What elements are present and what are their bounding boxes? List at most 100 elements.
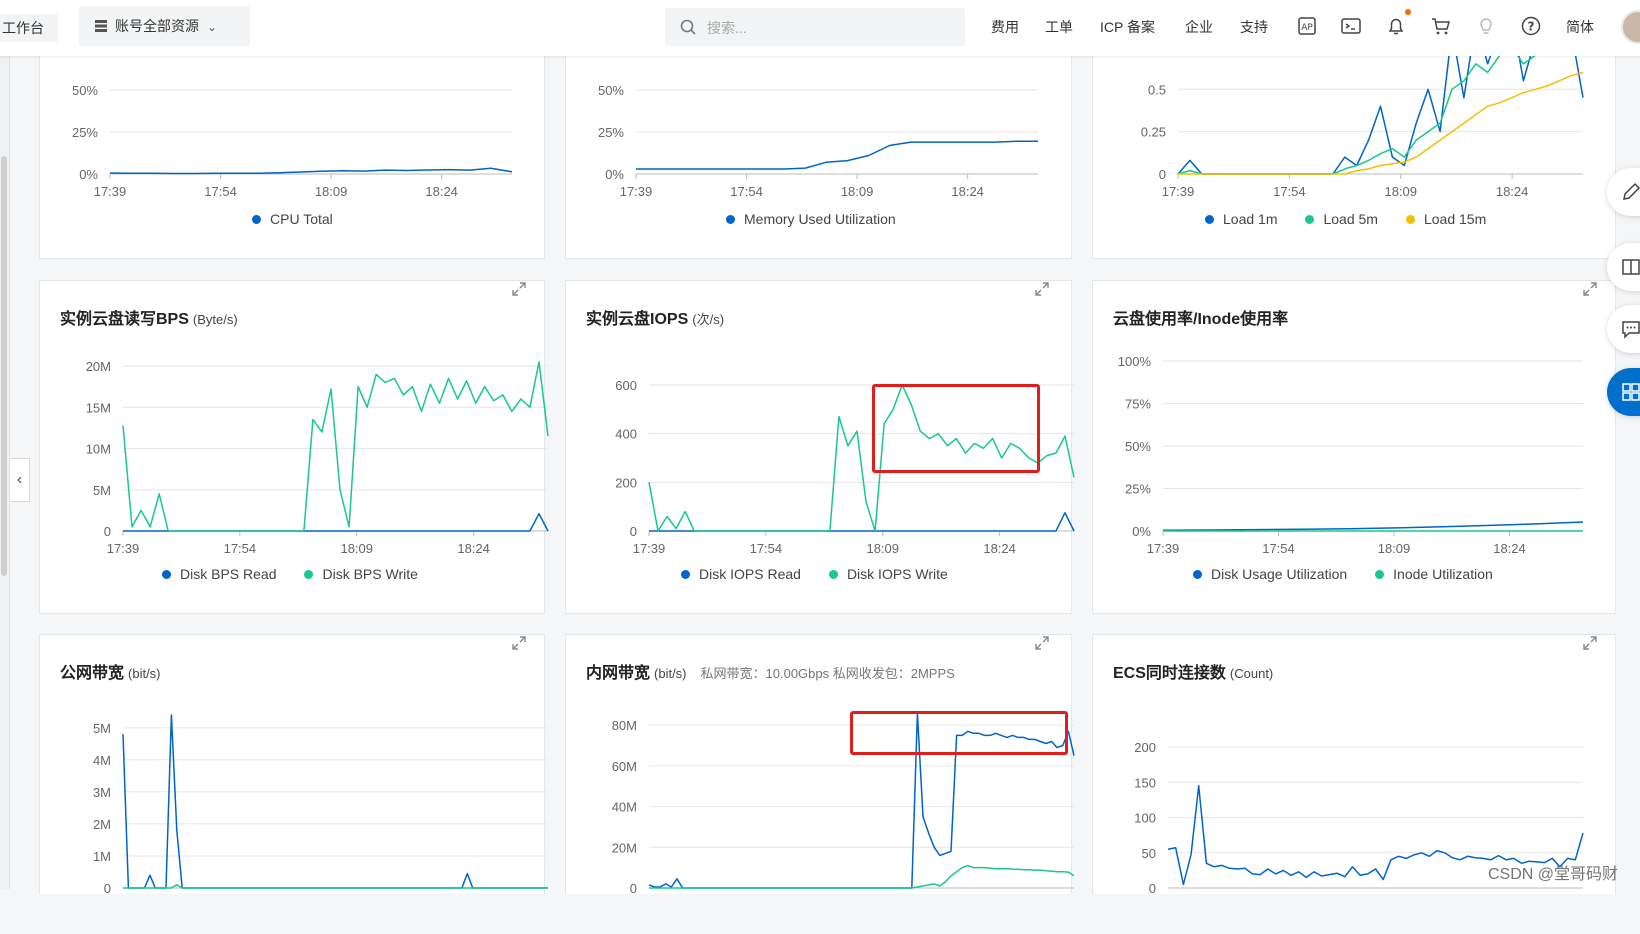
legend-item[interactable]: Disk Usage Utilization — [1193, 566, 1347, 582]
x-tick-label: 18:09 — [1378, 541, 1411, 556]
nav-link-icp[interactable]: ICP 备案 — [1100, 17, 1155, 37]
y-tick-label: 4M — [93, 753, 111, 768]
series-line-2 — [649, 864, 1075, 889]
disk-bps-chart-card: 实例云盘读写BPS (Byte/s) 20M 15M 10M 5M 0 17:39 17:54 1… — [39, 280, 549, 614]
legend-item[interactable]: Disk IOPS Write — [828, 566, 948, 582]
y-tick-label: 75% — [1125, 397, 1151, 412]
svg-text:AP: AP — [1301, 23, 1313, 33]
collapse-sidebar-button[interactable]: ‹ — [10, 458, 30, 502]
x-tick-label: 18:24 — [425, 184, 458, 199]
nav-link-support[interactable]: 支持 — [1240, 17, 1268, 37]
legend-item[interactable]: Memory Used Utilization — [726, 211, 896, 227]
y-tick-label: 1M — [93, 849, 111, 864]
x-tick-label: 17:39 — [1162, 184, 1195, 199]
y-tick-label: 2M — [93, 817, 111, 832]
help-icon[interactable]: ? — [1520, 15, 1542, 37]
nav-link-tickets[interactable]: 工单 — [1045, 17, 1073, 37]
y-tick-label: 100% — [1118, 354, 1152, 369]
pencil-icon — [1623, 182, 1640, 200]
resource-selector[interactable]: 账号全部资源 ⌄ — [79, 6, 250, 46]
x-tick-label: 17:39 — [94, 184, 127, 199]
workbench-link[interactable]: 工作台 — [0, 14, 58, 42]
highlight-box-private-bandwidth — [850, 711, 1068, 755]
series-line-2 — [123, 884, 548, 889]
svg-text:?: ? — [1528, 20, 1535, 34]
legend-label: Load 15m — [1423, 211, 1487, 227]
x-tick-label: 18:09 — [1384, 184, 1417, 199]
y-tick-label: 200 — [615, 475, 637, 490]
lightbulb-icon[interactable] — [1475, 15, 1497, 37]
notification-dot — [1405, 9, 1411, 15]
y-tick-label: 5M — [93, 721, 111, 736]
legend-label: Disk BPS Read — [180, 566, 277, 582]
x-tick-label: 17:39 — [1147, 541, 1180, 556]
legend-item[interactable]: Disk IOPS Read — [681, 566, 801, 582]
highlight-box-iops — [872, 384, 1040, 473]
x-tick-label: 17:54 — [730, 184, 763, 199]
y-tick-label: 150 — [1134, 775, 1156, 790]
chart-legend: Disk BPS Read Disk BPS Write — [162, 566, 446, 582]
x-tick-label: 18:24 — [951, 184, 984, 199]
public-bandwidth-chart-card: 公网带宽 (bit/s) 5M 4M 3M 2M 1M 0 — [39, 634, 548, 896]
legend-dot-icon — [252, 215, 261, 224]
y-tick-label: 5M — [93, 483, 111, 498]
legend-label: Load 5m — [1323, 211, 1378, 227]
chart-legend: Memory Used Utilization — [726, 211, 924, 227]
x-tick-label: 17:39 — [620, 184, 653, 199]
legend-label: Disk IOPS Read — [699, 566, 801, 582]
search-input[interactable]: 搜索... — [665, 8, 965, 46]
nav-link-enterprise[interactable]: 企业 — [1185, 17, 1213, 37]
y-tick-label: 400 — [615, 427, 637, 442]
nav-link-billing[interactable]: 费用 — [991, 17, 1019, 37]
y-tick-label: 600 — [615, 378, 637, 393]
legend-item[interactable]: Load 5m — [1305, 211, 1378, 227]
chat-icon — [1622, 321, 1640, 339]
legend-dot-icon — [162, 570, 171, 579]
y-tick-label: 50% — [72, 83, 98, 98]
x-tick-label: 18:24 — [457, 541, 490, 556]
terminal-icon[interactable] — [1340, 15, 1362, 37]
x-tick-label: 18:09 — [866, 541, 899, 556]
language-switch[interactable]: 简体 — [1566, 17, 1594, 37]
grid-icon — [1622, 383, 1640, 401]
bell-icon[interactable] — [1385, 15, 1407, 37]
scrollbar[interactable] — [1, 156, 7, 576]
x-tick-label: 18:24 — [1496, 184, 1529, 199]
legend-label: Disk Usage Utilization — [1211, 566, 1348, 582]
legend-item[interactable]: Inode Utilization — [1375, 566, 1493, 582]
search-placeholder: 搜索... — [707, 20, 747, 36]
chart-plot: 80M60M40M20M0 — [612, 712, 1075, 896]
x-tick-label: 17:39 — [107, 541, 140, 556]
legend-item[interactable]: CPU Total — [252, 211, 333, 227]
legend-label: Load 1m — [1223, 211, 1278, 227]
series-line-1 — [122, 714, 548, 889]
top-navigation-bar: 工作台 账号全部资源 ⌄ 搜索... 费用 工单 ICP 备案 企业 支持 AP … — [0, 0, 1640, 56]
y-tick-label: 40M — [612, 800, 637, 815]
x-tick-label: 17:54 — [204, 184, 237, 199]
x-tick-label: 18:09 — [315, 184, 348, 199]
left-rail — [0, 56, 10, 889]
chart-plot: 50% 25% 0% 17:39 17:54 18:09 18:24 — [598, 83, 1038, 199]
y-tick-label: 0.5 — [1148, 82, 1166, 97]
y-tick-label: 25% — [72, 125, 98, 140]
legend-dot-icon — [1405, 215, 1415, 224]
series-line-2 — [122, 361, 549, 532]
y-tick-label: 25% — [1125, 482, 1151, 497]
load-chart-card: 0.750.50.25017:3917:5418:0918:24Load 1mL… — [1092, 12, 1616, 259]
legend-dot-icon — [726, 215, 735, 224]
legend-dot-icon — [1305, 215, 1315, 224]
cart-icon[interactable] — [1430, 15, 1452, 37]
y-tick-label: 20M — [612, 840, 637, 855]
legend-item[interactable]: Disk BPS Read — [162, 566, 276, 582]
legend-item[interactable]: Load 15m — [1405, 211, 1487, 227]
app-icon[interactable]: AP — [1296, 15, 1318, 37]
legend-item[interactable]: Load 1m — [1205, 211, 1277, 227]
legend-label: Disk IOPS Write — [846, 566, 948, 582]
avatar[interactable] — [1621, 10, 1640, 44]
y-tick-label: 50% — [598, 83, 624, 98]
y-tick-label: 0.25 — [1141, 125, 1166, 140]
chevron-down-icon: ⌄ — [207, 20, 218, 34]
y-tick-label: 0% — [1132, 524, 1151, 539]
legend-item[interactable]: Disk BPS Write — [304, 566, 418, 582]
resource-selector-label: 账号全部资源 — [115, 18, 199, 34]
